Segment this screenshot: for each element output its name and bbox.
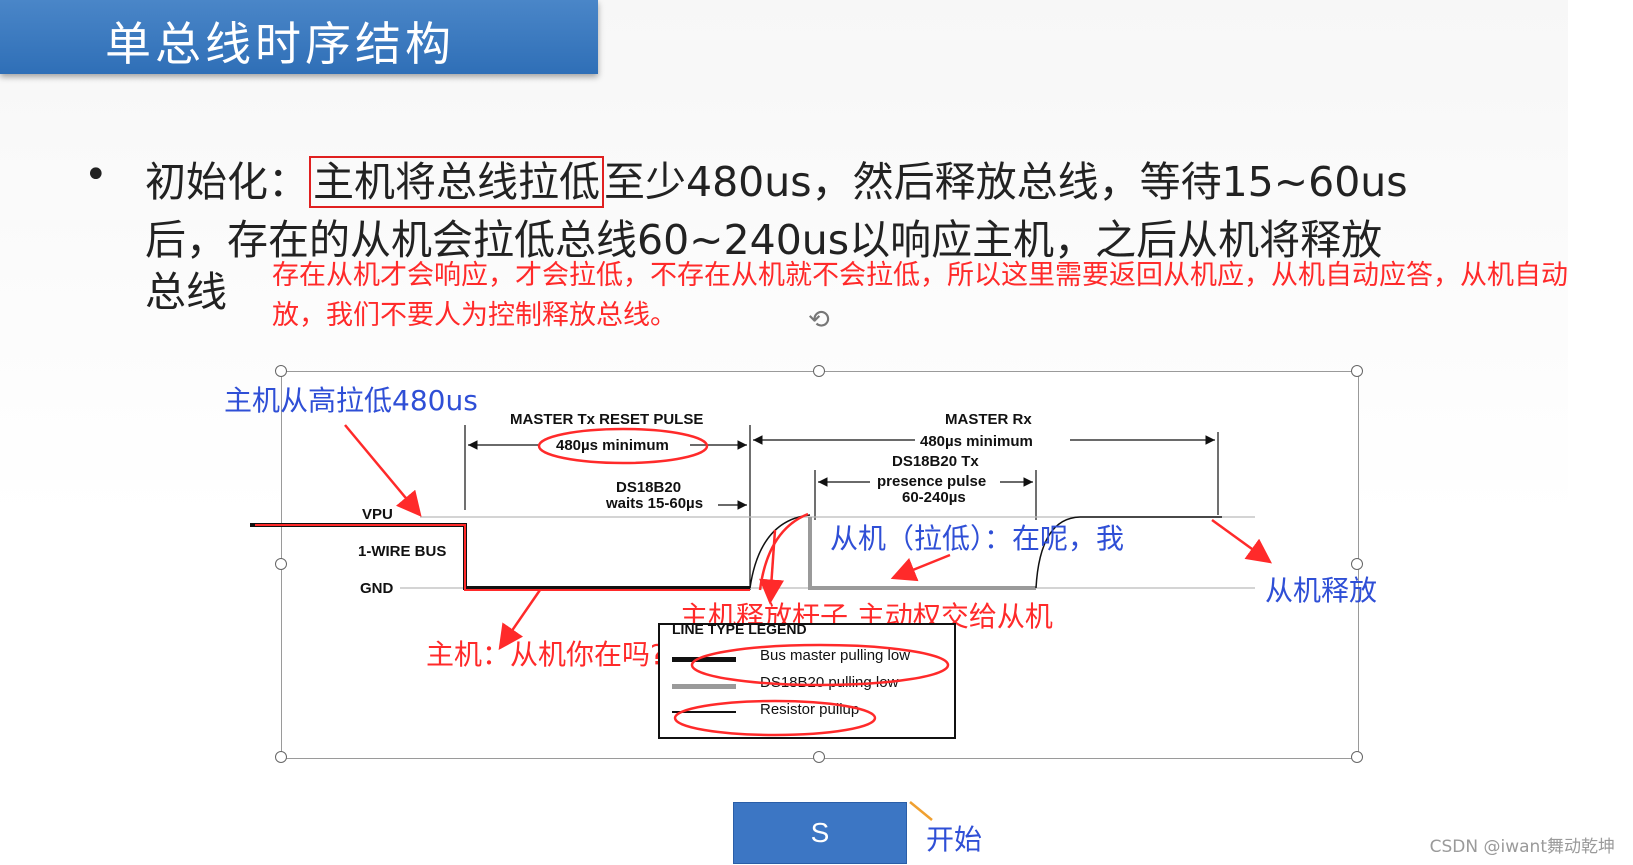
master-pull-low-wave bbox=[250, 523, 750, 590]
red-trace-release bbox=[758, 512, 809, 591]
ds-tx-label: DS18B20 Tx bbox=[892, 453, 979, 470]
legend-label-pullup: Resistor pullup bbox=[760, 701, 860, 718]
annotation-slave-release: 从机释放 bbox=[1265, 574, 1377, 607]
slide: 单总线时序结构 • 初始化：主机将总线拉低至少480us，然后释放总线，等待15… bbox=[0, 0, 1595, 865]
min-480-label: 480µs minimum bbox=[556, 437, 669, 454]
gnd-label: GND bbox=[360, 580, 394, 597]
legend-swatch-ds18b20 bbox=[672, 684, 736, 689]
arrow-slave-pull bbox=[890, 553, 951, 582]
start-label: 开始 bbox=[926, 823, 983, 856]
pullup-wave bbox=[749, 514, 811, 589]
arrow-master-pull bbox=[344, 424, 422, 517]
master-tx-label: MASTER Tx RESET PULSE bbox=[510, 411, 703, 428]
start-button[interactable]: S bbox=[733, 802, 907, 864]
annotation-slave-pull: 从机（拉低）：在呢，我 bbox=[830, 522, 1124, 555]
rx-min-label: 480µs minimum bbox=[920, 433, 1033, 450]
master-rx-label: MASTER Rx bbox=[945, 411, 1032, 428]
legend-label-ds18b20: DS18B20 pulling low bbox=[760, 674, 899, 691]
ds-waits-label-1: DS18B20 bbox=[616, 479, 681, 496]
annotation-master-ask: 主机：从机你在吗? bbox=[426, 638, 665, 671]
legend-item-pullup: Resistor pullup bbox=[672, 701, 942, 723]
red-trace-master bbox=[255, 524, 750, 591]
annotation-master-pull: 主机从高拉低480us bbox=[224, 384, 478, 417]
legend-title: LINE TYPE LEGEND bbox=[672, 621, 807, 637]
bus-label: 1-WIRE BUS bbox=[358, 543, 446, 560]
arrow-master-release bbox=[759, 529, 785, 605]
presence-range-label: 60-240µs bbox=[902, 489, 966, 506]
legend-item-master: Bus master pulling low bbox=[672, 647, 942, 669]
arrow-slave-release bbox=[1211, 518, 1273, 564]
watermark: CSDN @iwant舞动乾坤 bbox=[1429, 837, 1615, 857]
line-type-legend: LINE TYPE LEGEND Bus master pulling low … bbox=[658, 621, 956, 739]
vpu-label: VPU bbox=[362, 506, 393, 523]
legend-label-master: Bus master pulling low bbox=[760, 647, 911, 664]
legend-swatch-master bbox=[672, 657, 736, 662]
ds-waits-label-2: waits 15-60µs bbox=[605, 495, 703, 512]
legend-item-ds18b20: DS18B20 pulling low bbox=[672, 674, 942, 696]
presence-label: presence pulse bbox=[877, 473, 986, 490]
legend-swatch-pullup bbox=[672, 711, 736, 713]
right-margin bbox=[1568, 0, 1633, 865]
